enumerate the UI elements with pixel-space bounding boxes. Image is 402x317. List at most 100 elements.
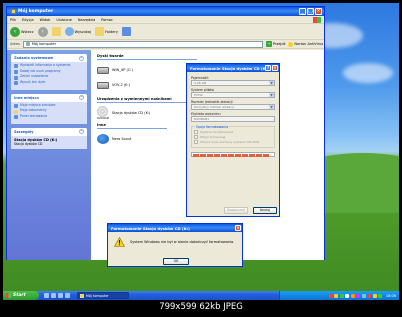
tray-icon[interactable]: [378, 293, 383, 298]
place-label: Moje miejsca sieciowe: [20, 102, 56, 107]
back-button[interactable]: ‹ Wstecz: [10, 26, 34, 37]
folders-button[interactable]: Foldery: [95, 27, 118, 36]
collapse-icon[interactable]: ^: [79, 95, 84, 101]
tray-icon[interactable]: [350, 293, 355, 298]
views-button[interactable]: [121, 27, 131, 36]
tray-icon[interactable]: [361, 293, 366, 298]
tray-icon[interactable]: [328, 293, 333, 298]
close-button[interactable]: ×: [272, 65, 278, 71]
quick-format-checkbox[interactable]: Szybkie formatowanie: [194, 130, 272, 134]
minimize-button[interactable]: _: [299, 8, 306, 15]
menu-tools[interactable]: Narzędzia: [78, 18, 95, 22]
control-panel-icon: [14, 115, 18, 120]
media-player-icon[interactable]: [58, 293, 63, 298]
cd-media-label: DVD-RAM: [97, 117, 109, 120]
boot-disk-checkbox[interactable]: Utwórz dysk startowy systemu MS-DOS: [194, 140, 272, 144]
message-box-titlebar[interactable]: Formatowanie Stacja dysków CD (K:) ×: [108, 224, 242, 232]
info-icon: [14, 64, 18, 69]
menu-file[interactable]: Plik: [10, 18, 16, 22]
format-dialog: Formatowanie Stacja dysków CD (K:) ? × P…: [186, 63, 280, 217]
forward-button[interactable]: ›: [37, 26, 48, 37]
network-icon: [14, 103, 18, 108]
format-options-group: Opcje formatowania Szybkie formatowanie …: [191, 125, 275, 148]
ie-icon[interactable]: [44, 293, 49, 298]
norton-button[interactable]: Norton AntiVirus: [288, 41, 323, 47]
tray-icon[interactable]: [372, 293, 377, 298]
tray-icon[interactable]: [356, 293, 361, 298]
details-title: Szczegóły: [14, 129, 34, 134]
show-desktop-icon[interactable]: [51, 293, 56, 298]
tray-icon[interactable]: [334, 293, 339, 298]
format-dialog-title: Formatowanie Stacja dysków CD (K:): [190, 65, 269, 71]
menu-edit[interactable]: Edycja: [22, 18, 34, 22]
cancel-button[interactable]: Anuluj: [253, 207, 277, 214]
checkbox-box: [194, 140, 198, 144]
computer-icon: [25, 42, 30, 46]
quick-launch: [44, 293, 70, 298]
tray-icon[interactable]: [367, 293, 372, 298]
format-progress-bar: [191, 152, 275, 157]
details-header[interactable]: Szczegóły ^: [11, 127, 87, 136]
collapse-icon[interactable]: ^: [79, 55, 84, 61]
task-add-remove[interactable]: Dodaj lub usuń programy: [14, 69, 84, 74]
forward-arrow-icon: ›: [37, 26, 48, 37]
clock[interactable]: 18:06: [386, 294, 396, 298]
tray-icon[interactable]: [339, 293, 344, 298]
chevron-down-icon: ▼: [269, 81, 274, 85]
task-eject[interactable]: Wysuń ten dysk: [14, 80, 84, 86]
image-caption: 799x599 62kb JPEG: [159, 302, 243, 312]
window-title: Mój komputer: [18, 9, 54, 14]
task-system-info[interactable]: Wyświetl informacje o systemie: [14, 63, 84, 69]
place-network[interactable]: Moje miejsca sieciowe: [14, 102, 84, 108]
checkbox-box: [194, 130, 198, 134]
collapse-icon[interactable]: ^: [79, 129, 84, 135]
tray-icon[interactable]: [345, 293, 350, 298]
details-type: Stacja dysków CD: [14, 141, 43, 146]
error-message-box: Formatowanie Stacja dysków CD (K:) × Sys…: [107, 223, 243, 267]
drive-label: Stacja dysków CD (K:): [111, 111, 151, 115]
search-label: Wyszukaj: [74, 29, 92, 34]
window-titlebar[interactable]: Mój komputer _ □ ×: [7, 7, 324, 16]
ok-button[interactable]: OK: [163, 258, 189, 265]
my-computer-icon: [11, 9, 16, 14]
maximize-button[interactable]: □: [307, 8, 314, 15]
volume-input[interactable]: DVDRAM1: [191, 116, 275, 122]
system-tray: 18:06: [279, 291, 399, 300]
close-button[interactable]: ×: [235, 225, 241, 231]
checkbox-box: [194, 135, 198, 139]
start-button[interactable]: Start: [3, 291, 39, 300]
address-input[interactable]: Mój komputer: [22, 40, 263, 48]
help-button[interactable]: ?: [265, 65, 271, 71]
compression-checkbox[interactable]: Włącz kompresję: [194, 135, 272, 139]
hard-drives-heading: Dyski twarde: [97, 54, 197, 60]
place-control-panel[interactable]: Panel sterowania: [14, 115, 84, 120]
checkbox-label: Utwórz dysk startowy systemu MS-DOS: [200, 140, 260, 144]
address-bar: Adres Mój komputer → Przejdź Norton Anti…: [7, 40, 324, 49]
taskbar-my-computer[interactable]: Mój komputer: [77, 292, 129, 299]
menu-view[interactable]: Widok: [40, 18, 51, 22]
chevron-down-icon: ▼: [269, 105, 274, 109]
unit-select[interactable]: Domyślny rozmiar alokacji ▼: [191, 104, 275, 110]
up-button[interactable]: [51, 27, 61, 36]
start-button[interactable]: Rozpocznij: [224, 207, 248, 214]
capacity-select[interactable]: 4,26 GB ▼: [191, 80, 275, 86]
system-tasks-header[interactable]: Zadania systemowe ^: [11, 54, 87, 62]
fs-select[interactable]: FAT32 ▼: [191, 92, 275, 98]
taskbar: Start Mój komputer 18:06: [3, 291, 399, 300]
search-button[interactable]: Wyszukaj: [64, 27, 92, 36]
go-label: Przejdź: [272, 42, 286, 46]
go-button[interactable]: → Przejdź: [265, 41, 286, 47]
place-label: Moje dokumenty: [20, 108, 47, 113]
menu-favorites[interactable]: Ulubione: [56, 18, 71, 22]
other-places-header[interactable]: Inne miejsca ^: [11, 93, 87, 102]
menu-help[interactable]: Pomoc: [101, 18, 113, 22]
format-dialog-titlebar[interactable]: Formatowanie Stacja dysków CD (K:) ? ×: [187, 64, 279, 72]
views-icon: [121, 27, 131, 36]
eject-icon: [14, 81, 18, 86]
place-documents[interactable]: Moje dokumenty: [14, 108, 84, 114]
task-change-setting[interactable]: Zmień ustawienie: [14, 74, 84, 80]
task-label: Zmień ustawienie: [20, 74, 49, 79]
folders-icon: [95, 27, 105, 36]
app-icon[interactable]: [65, 293, 70, 298]
close-button[interactable]: ×: [315, 8, 322, 15]
